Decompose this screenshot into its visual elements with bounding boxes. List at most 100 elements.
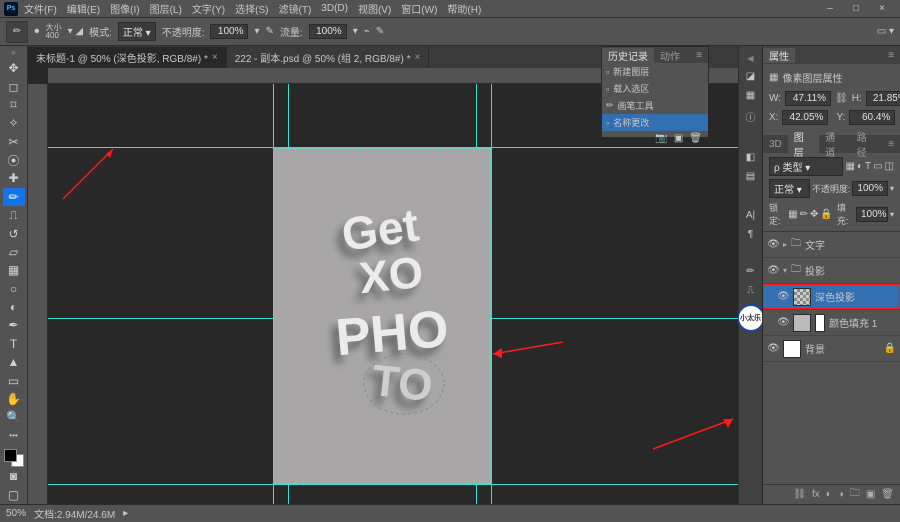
- panel-icon-paragraph[interactable]: ¶: [748, 229, 753, 240]
- new-layer-icon[interactable]: ▣: [866, 489, 875, 500]
- eyedropper-tool[interactable]: ⦿: [3, 151, 25, 169]
- folder-toggle-icon[interactable]: ▸: [783, 240, 787, 249]
- color-swatches[interactable]: [4, 449, 24, 467]
- panel-icon-clone[interactable]: ⎍: [747, 285, 754, 296]
- layer-opacity-input[interactable]: 100%: [852, 181, 888, 196]
- screen-mode-icon[interactable]: ▢: [3, 486, 25, 504]
- new-state-icon[interactable]: ▣: [674, 133, 683, 144]
- menu-select[interactable]: 选择(S): [231, 1, 272, 16]
- move-tool[interactable]: ✥: [3, 59, 25, 77]
- prop-h-input[interactable]: 21.85%: [866, 91, 900, 106]
- current-tool-icon[interactable]: ✏: [6, 21, 28, 43]
- delete-state-icon[interactable]: 🗑: [689, 133, 702, 144]
- visibility-icon[interactable]: 👁: [767, 343, 779, 355]
- eraser-tool[interactable]: ▱: [3, 243, 25, 261]
- brush-preset-picker-icon[interactable]: ▾ ◢: [68, 26, 84, 37]
- menu-image[interactable]: 图像(I): [106, 1, 143, 16]
- history-brush-tool[interactable]: ↺: [3, 224, 25, 242]
- layer-fx-icon[interactable]: fx: [812, 489, 820, 500]
- lock-trans-icon[interactable]: ▦: [788, 209, 797, 220]
- fill-input[interactable]: 100%: [856, 207, 888, 222]
- window-close-icon[interactable]: ×: [872, 3, 892, 14]
- panel-icon-histogram[interactable]: ◪: [746, 71, 755, 82]
- layer-thumb[interactable]: [793, 288, 811, 306]
- menu-type[interactable]: 文字(Y): [188, 1, 229, 16]
- prop-x-input[interactable]: 42.05%: [782, 110, 828, 125]
- link-wh-icon[interactable]: ⛓: [835, 93, 848, 104]
- doc-info[interactable]: 文档:2.94M/24.6M: [34, 506, 115, 521]
- menu-view[interactable]: 视图(V): [354, 1, 395, 16]
- document-tab-1[interactable]: 未标题-1 @ 50% (深色投影, RGB/8#) * ×: [28, 47, 227, 68]
- guide-vertical[interactable]: [491, 84, 492, 504]
- lasso-tool[interactable]: ⌑: [3, 96, 25, 114]
- pressure-size-icon[interactable]: ✎: [376, 26, 384, 37]
- layer-row[interactable]: 👁 ▾ 🗀 投影: [763, 258, 900, 284]
- layer-name[interactable]: 背景: [805, 341, 825, 356]
- layer-thumb[interactable]: [793, 314, 811, 332]
- actions-tab[interactable]: 动作: [654, 48, 686, 63]
- new-group-icon[interactable]: 🗀: [850, 486, 860, 503]
- filter-adj-icon[interactable]: ◐: [857, 161, 863, 172]
- visibility-icon[interactable]: 👁: [767, 239, 779, 251]
- opacity-input[interactable]: 100%: [210, 24, 248, 39]
- blend-mode-select[interactable]: 正常 ▾: [118, 22, 156, 41]
- delete-layer-icon[interactable]: 🗑: [881, 489, 894, 500]
- layer-filter-select[interactable]: ρ 类型 ▾: [769, 157, 843, 176]
- lock-all-icon[interactable]: 🔒: [820, 209, 832, 220]
- window-minimize-icon[interactable]: –: [820, 3, 840, 14]
- magic-wand-tool[interactable]: ✧: [3, 114, 25, 132]
- properties-tab[interactable]: 属性: [763, 48, 795, 63]
- filter-type-icon[interactable]: T: [865, 161, 871, 172]
- canvas[interactable]: Get XO PHO TO: [273, 148, 491, 484]
- hand-tool[interactable]: ✋: [3, 390, 25, 408]
- panel-icon-info[interactable]: ⓘ: [746, 109, 756, 124]
- menu-file[interactable]: 文件(F): [20, 1, 61, 16]
- viewport[interactable]: Get XO PHO TO: [48, 84, 738, 504]
- blur-tool[interactable]: ○: [3, 280, 25, 298]
- zoom-tool[interactable]: 🔍: [3, 408, 25, 426]
- panel-menu-icon[interactable]: ≡: [882, 139, 900, 150]
- path-select-tool[interactable]: ▲: [3, 353, 25, 371]
- type-tool[interactable]: T: [3, 335, 25, 353]
- lock-paint-icon[interactable]: ✏: [800, 209, 808, 220]
- layer-row[interactable]: 👁 背景 🔒: [763, 336, 900, 362]
- quick-mask-icon[interactable]: ◙: [3, 467, 25, 485]
- airbrush-icon[interactable]: ⌁: [364, 26, 370, 37]
- panel-icon-brushes[interactable]: ✏: [746, 266, 754, 277]
- layer-name[interactable]: 深色投影: [815, 289, 855, 304]
- close-tab-icon[interactable]: ×: [414, 52, 420, 63]
- healing-brush-tool[interactable]: ✚: [3, 169, 25, 187]
- history-item[interactable]: ▫载入选区: [602, 80, 708, 97]
- panel-menu-icon[interactable]: ≡: [690, 50, 708, 61]
- prop-w-input[interactable]: 47.11%: [785, 91, 831, 106]
- document-tab-2[interactable]: 222 - 副本.psd @ 50% (组 2, RGB/8#) * ×: [227, 47, 430, 68]
- layer-row[interactable]: 👁 ▸ 🗀 文字: [763, 232, 900, 258]
- filter-smart-icon[interactable]: ◫: [885, 161, 894, 172]
- close-tab-icon[interactable]: ×: [212, 52, 218, 63]
- clone-stamp-tool[interactable]: ⎍: [3, 206, 25, 224]
- gradient-tool[interactable]: ▦: [3, 261, 25, 279]
- snapshot-icon[interactable]: 📷: [655, 133, 667, 144]
- edit-toolbar[interactable]: •••: [3, 427, 25, 445]
- tab-3d[interactable]: 3D: [763, 139, 788, 150]
- panel-icon-color[interactable]: ◧: [746, 152, 755, 163]
- menu-window[interactable]: 窗口(W): [397, 1, 441, 16]
- flow-input[interactable]: 100%: [309, 24, 347, 39]
- ruler-vertical[interactable]: [28, 84, 48, 504]
- brush-tool[interactable]: ✏: [3, 188, 25, 206]
- prop-y-input[interactable]: 60.4%: [849, 110, 895, 125]
- visibility-icon[interactable]: 👁: [777, 291, 789, 303]
- workspace-switcher-icon[interactable]: ▭ ▾: [877, 26, 894, 37]
- window-maximize-icon[interactable]: □: [846, 3, 866, 14]
- pressure-opacity-icon[interactable]: ✎: [266, 26, 274, 37]
- history-tab[interactable]: 历史记录: [602, 48, 654, 63]
- layer-row[interactable]: 👁 颜色填充 1: [763, 310, 900, 336]
- panel-icon-character[interactable]: A|: [746, 210, 755, 221]
- layer-row-selected[interactable]: 👁 深色投影: [763, 284, 900, 310]
- visibility-icon[interactable]: 👁: [777, 317, 789, 329]
- panel-icon-navigator[interactable]: ▦: [746, 90, 755, 101]
- history-item[interactable]: ✏画笔工具: [602, 97, 708, 114]
- blend-mode-select[interactable]: 正常 ▾: [769, 179, 810, 198]
- filter-pixel-icon[interactable]: ▦: [845, 161, 854, 172]
- panel-icon-swatches[interactable]: ▤: [746, 171, 755, 182]
